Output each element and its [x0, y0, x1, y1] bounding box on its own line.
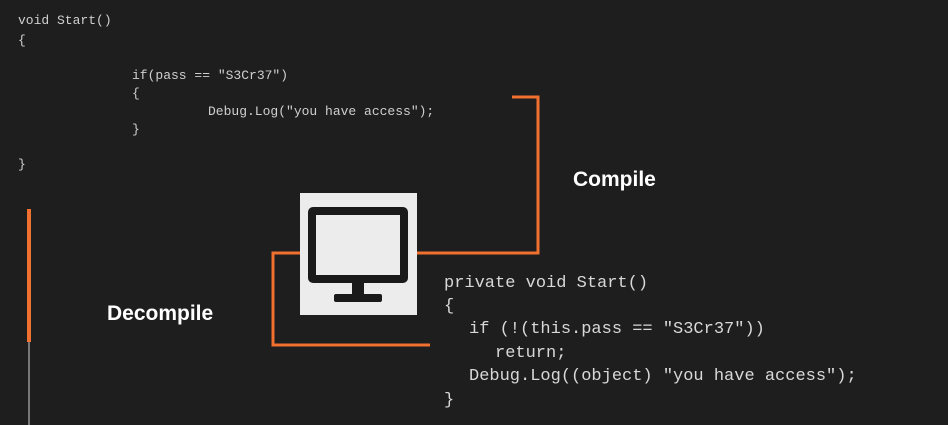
decompiled-code-line: Debug.Log((object) "you have access");: [469, 367, 857, 386]
compile-label: Compile: [573, 168, 656, 191]
decompile-label: Decompile: [107, 302, 214, 325]
computer-monitor-icon: [308, 207, 408, 302]
computer-icon-box: [300, 193, 417, 315]
decompiled-code-line: }: [444, 391, 455, 410]
decompiled-code-line: return;: [495, 344, 567, 363]
decompiled-code-line: {: [444, 297, 455, 316]
decompiled-code-line: private void Start(): [444, 274, 649, 293]
compile-connector: [417, 95, 540, 255]
decompiled-code-line: if (!(this.pass == "S3Cr37")): [469, 320, 765, 339]
connector-lines: [27, 95, 540, 425]
